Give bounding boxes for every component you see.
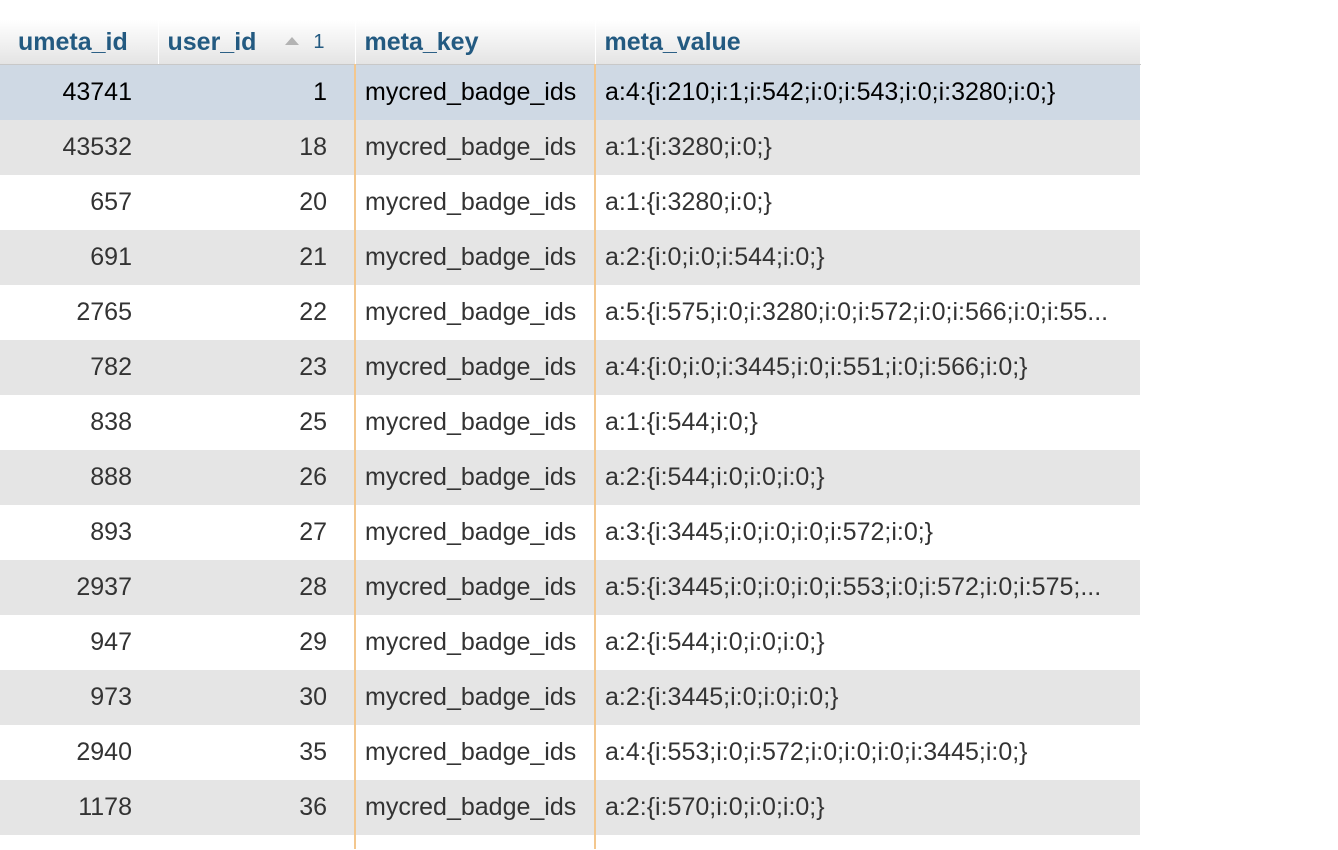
table-row[interactable]: 973 30 mycred_badge_ids a:2:{i:3445;i:0;… <box>0 670 1140 725</box>
cell-user-id[interactable]: 25 <box>158 395 355 450</box>
sort-order-number: 1 <box>313 31 325 54</box>
cell-meta-value[interactable]: a:2:{i:544;i:0;i:0;i:0;} <box>594 450 1140 505</box>
column-header-meta-key[interactable]: meta_key <box>355 20 596 65</box>
cell-user-id[interactable]: 29 <box>158 615 355 670</box>
cell-meta-key[interactable]: mycred_badge_ids <box>354 560 595 615</box>
cell-umeta-id[interactable]: 43532 <box>0 120 158 175</box>
table-row[interactable]: 2937 28 mycred_badge_ids a:5:{i:3445;i:0… <box>0 560 1140 615</box>
cell-user-id[interactable]: 26 <box>158 450 355 505</box>
cell-meta-value[interactable]: a:4:{i:0;i:0;i:3445;i:0;i:551;i:0;i:566;… <box>594 340 1140 395</box>
cell-meta-key[interactable]: mycred_badge_ids <box>354 395 595 450</box>
table-row[interactable]: 43532 18 mycred_badge_ids a:1:{i:3280;i:… <box>0 120 1140 175</box>
cell-empty <box>354 835 595 849</box>
cell-meta-key[interactable]: mycred_badge_ids <box>354 340 595 395</box>
column-header-umeta-id[interactable]: umeta_id <box>0 20 159 65</box>
cell-meta-value[interactable]: a:1:{i:3280;i:0;} <box>594 175 1140 230</box>
cell-meta-value[interactable]: a:4:{i:553;i:0;i:572;i:0;i:0;i:0;i:3445;… <box>594 725 1140 780</box>
table-row[interactable]: 691 21 mycred_badge_ids a:2:{i:0;i:0;i:5… <box>0 230 1140 285</box>
cell-meta-key[interactable]: mycred_badge_ids <box>354 670 595 725</box>
column-header-label[interactable]: umeta_id <box>18 28 128 56</box>
sort-ascending-icon[interactable] <box>285 37 300 46</box>
cell-umeta-id[interactable]: 43741 <box>0 64 158 120</box>
cell-meta-value[interactable]: a:2:{i:570;i:0;i:0;i:0;} <box>594 780 1140 835</box>
cell-meta-value[interactable]: a:2:{i:0;i:0;i:544;i:0;} <box>594 230 1140 285</box>
cell-meta-value[interactable]: a:4:{i:210;i:1;i:542;i:0;i:543;i:0;i:328… <box>594 64 1140 120</box>
cell-umeta-id[interactable]: 657 <box>0 175 158 230</box>
cell-user-id[interactable]: 28 <box>158 560 355 615</box>
table-row[interactable]: 2940 35 mycred_badge_ids a:4:{i:553;i:0;… <box>0 725 1140 780</box>
cell-umeta-id[interactable]: 947 <box>0 615 158 670</box>
header-row: umeta_id user_id 1 meta_key meta_value <box>0 20 1141 65</box>
table-body: 43741 1 mycred_badge_ids a:4:{i:210;i:1;… <box>0 64 1140 849</box>
cell-umeta-id[interactable]: 973 <box>0 670 158 725</box>
cell-meta-value[interactable]: a:5:{i:3445;i:0;i:0;i:0;i:553;i:0;i:572;… <box>594 560 1140 615</box>
cell-meta-key[interactable]: mycred_badge_ids <box>354 725 595 780</box>
cell-meta-value[interactable]: a:5:{i:575;i:0;i:3280;i:0;i:572;i:0;i:56… <box>594 285 1140 340</box>
cell-meta-key[interactable]: mycred_badge_ids <box>354 780 595 835</box>
cell-meta-key[interactable]: mycred_badge_ids <box>354 285 595 340</box>
table-header: umeta_id user_id 1 meta_key meta_value <box>0 20 1141 65</box>
table-row[interactable]: 43741 1 mycred_badge_ids a:4:{i:210;i:1;… <box>0 64 1140 120</box>
cell-meta-key[interactable]: mycred_badge_ids <box>354 450 595 505</box>
table-row[interactable]: 947 29 mycred_badge_ids a:2:{i:544;i:0;i… <box>0 615 1140 670</box>
table-row-partial <box>0 835 1140 849</box>
column-header-label[interactable]: user_id <box>168 28 257 56</box>
cell-umeta-id[interactable]: 782 <box>0 340 158 395</box>
cell-meta-key[interactable]: mycred_badge_ids <box>354 120 595 175</box>
cell-meta-value[interactable]: a:2:{i:3445;i:0;i:0;i:0;} <box>594 670 1140 725</box>
table-row[interactable]: 888 26 mycred_badge_ids a:2:{i:544;i:0;i… <box>0 450 1140 505</box>
table-row[interactable]: 2765 22 mycred_badge_ids a:5:{i:575;i:0;… <box>0 285 1140 340</box>
cell-empty <box>0 835 158 849</box>
cell-empty <box>594 835 1140 849</box>
cell-umeta-id[interactable]: 691 <box>0 230 158 285</box>
cell-meta-key[interactable]: mycred_badge_ids <box>354 64 595 120</box>
cell-umeta-id[interactable]: 2940 <box>0 725 158 780</box>
results-table: umeta_id user_id 1 meta_key meta_value 4… <box>0 20 1141 849</box>
cell-user-id[interactable]: 18 <box>158 120 355 175</box>
cell-umeta-id[interactable]: 838 <box>0 395 158 450</box>
cell-meta-value[interactable]: a:1:{i:3280;i:0;} <box>594 120 1140 175</box>
cell-umeta-id[interactable]: 2765 <box>0 285 158 340</box>
cell-meta-key[interactable]: mycred_badge_ids <box>354 175 595 230</box>
cell-user-id[interactable]: 27 <box>158 505 355 560</box>
cell-meta-value[interactable]: a:2:{i:544;i:0;i:0;i:0;} <box>594 615 1140 670</box>
cell-meta-value[interactable]: a:1:{i:544;i:0;} <box>594 395 1140 450</box>
column-header-user-id[interactable]: user_id 1 <box>158 20 356 65</box>
table-row[interactable]: 1178 36 mycred_badge_ids a:2:{i:570;i:0;… <box>0 780 1140 835</box>
table-row[interactable]: 893 27 mycred_badge_ids a:3:{i:3445;i:0;… <box>0 505 1140 560</box>
cell-umeta-id[interactable]: 888 <box>0 450 158 505</box>
cell-umeta-id[interactable]: 893 <box>0 505 158 560</box>
table-row[interactable]: 838 25 mycred_badge_ids a:1:{i:544;i:0;} <box>0 395 1140 450</box>
column-header-label[interactable]: meta_key <box>365 28 479 56</box>
cell-umeta-id[interactable]: 1178 <box>0 780 158 835</box>
results-grid: umeta_id user_id 1 meta_key meta_value 4… <box>0 20 1141 849</box>
sort-indicator[interactable]: 1 <box>285 31 325 54</box>
column-header-label[interactable]: meta_value <box>605 28 741 56</box>
cell-meta-key[interactable]: mycred_badge_ids <box>354 505 595 560</box>
table-row[interactable]: 782 23 mycred_badge_ids a:4:{i:0;i:0;i:3… <box>0 340 1140 395</box>
cell-meta-key[interactable]: mycred_badge_ids <box>354 615 595 670</box>
table-row[interactable]: 657 20 mycred_badge_ids a:1:{i:3280;i:0;… <box>0 175 1140 230</box>
cell-umeta-id[interactable]: 2937 <box>0 560 158 615</box>
cell-user-id[interactable]: 23 <box>158 340 355 395</box>
cell-user-id[interactable]: 22 <box>158 285 355 340</box>
cell-meta-value[interactable]: a:3:{i:3445;i:0;i:0;i:0;i:572;i:0;} <box>594 505 1140 560</box>
cell-user-id[interactable]: 20 <box>158 175 355 230</box>
cell-user-id[interactable]: 21 <box>158 230 355 285</box>
cell-user-id[interactable]: 36 <box>158 780 355 835</box>
cell-user-id[interactable]: 1 <box>158 64 355 120</box>
cell-user-id[interactable]: 30 <box>158 670 355 725</box>
cell-meta-key[interactable]: mycred_badge_ids <box>354 230 595 285</box>
cell-empty <box>158 835 355 849</box>
cell-user-id[interactable]: 35 <box>158 725 355 780</box>
column-header-meta-value[interactable]: meta_value <box>595 20 1141 65</box>
